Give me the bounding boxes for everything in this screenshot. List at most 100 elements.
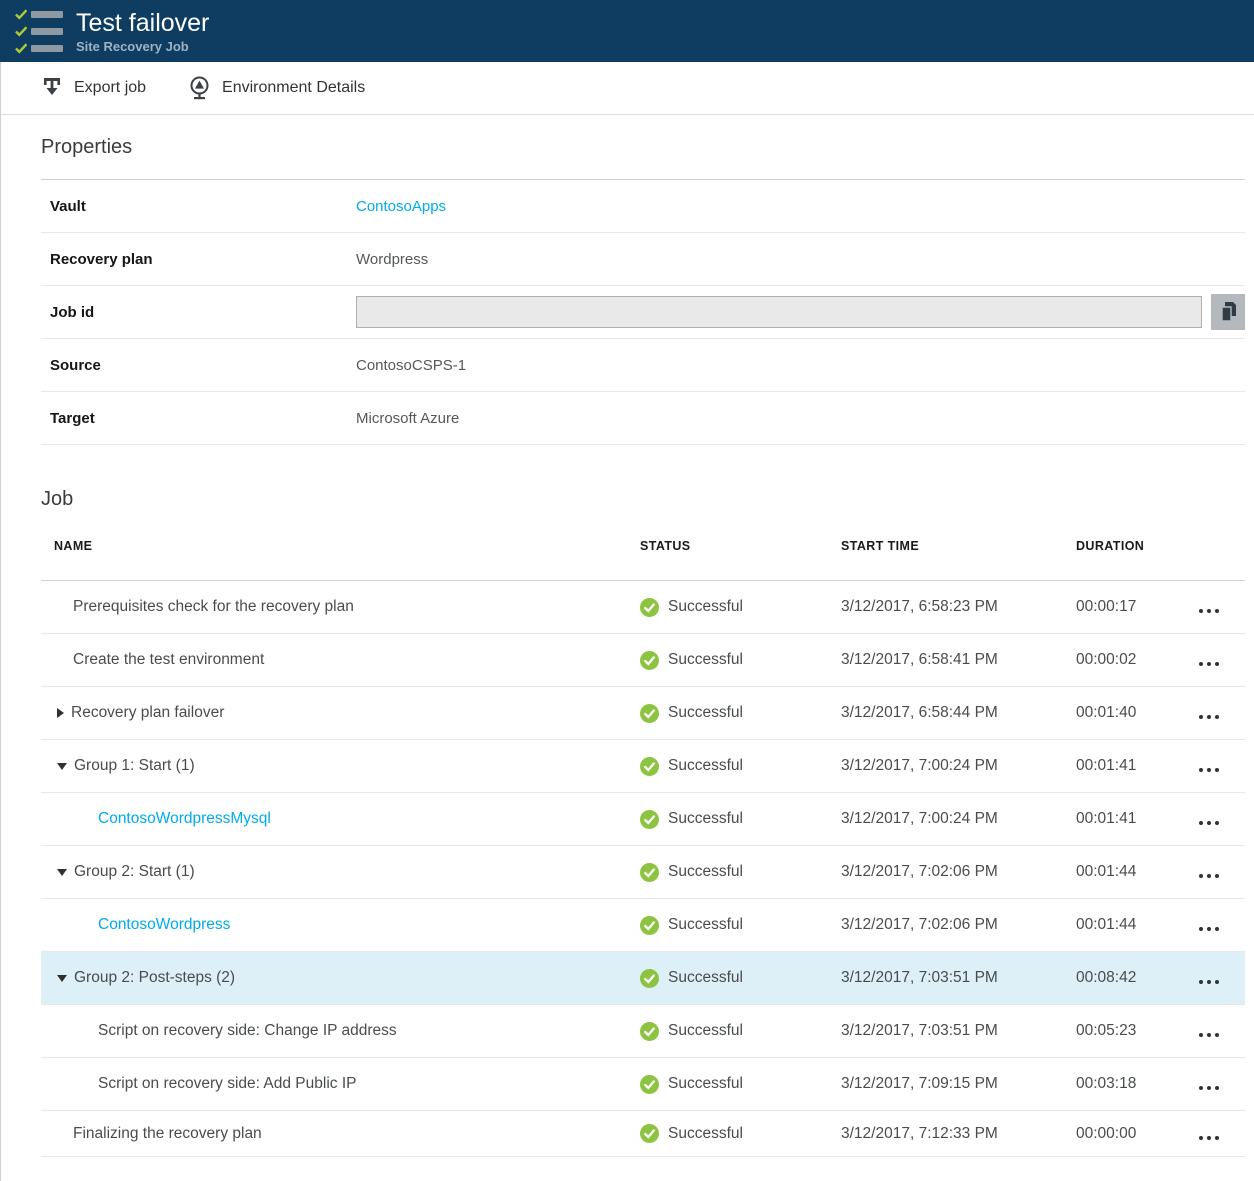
job-row-duration: 00:00:00 [1076, 1125, 1173, 1143]
job-row[interactable]: Group 2: Post-steps (2) Successful 3/12/… [41, 952, 1245, 1005]
success-check-icon [640, 598, 659, 617]
job-row-name: ContosoWordpress [41, 916, 640, 934]
job-row-start-time: 3/12/2017, 7:00:24 PM [841, 757, 1076, 775]
job-row-name: Group 1: Start (1) [41, 757, 640, 775]
property-value-text: Microsoft Azure [356, 410, 459, 427]
property-row: Vault ContosoApps [41, 180, 1245, 233]
export-job-button[interactable]: Export job [41, 76, 146, 100]
job-row-name: Script on recovery side: Change IP addre… [41, 1022, 640, 1040]
status-text: Successful [668, 1022, 743, 1040]
job-row-start-time: 3/12/2017, 7:03:51 PM [841, 1022, 1076, 1040]
job-row-status: Successful [640, 863, 841, 882]
job-step-name: Script on recovery side: Change IP addre… [98, 1022, 397, 1040]
job-row-duration: 00:01:44 [1076, 916, 1173, 934]
chevron-expanded-icon[interactable] [57, 975, 67, 982]
property-row: Source ContosoCSPS-1 [41, 339, 1245, 392]
job-row-start-time: 3/12/2017, 7:02:06 PM [841, 916, 1076, 934]
job-row[interactable]: Finalizing the recovery plan Successful … [41, 1111, 1245, 1157]
success-check-icon [640, 810, 659, 829]
job-row-duration: 00:00:02 [1076, 651, 1173, 669]
vault-link[interactable]: ContosoApps [356, 198, 446, 215]
job-row-status: Successful [640, 651, 841, 670]
success-check-icon [640, 757, 659, 776]
status-text: Successful [668, 651, 743, 669]
job-row[interactable]: Group 1: Start (1) Successful 3/12/2017,… [41, 740, 1245, 793]
blade-header: Test failover Site Recovery Job [0, 0, 1254, 62]
job-row-name: Finalizing the recovery plan [41, 1125, 640, 1143]
job-row-status: Successful [640, 757, 841, 776]
job-row-name: ContosoWordpressMysql [41, 810, 640, 828]
job-section-title: Job [41, 488, 1254, 511]
row-menu-ellipsis-icon[interactable] [1173, 1005, 1245, 1057]
column-header-duration: DURATION [1076, 539, 1173, 553]
job-row-name: Prerequisites check for the recovery pla… [41, 598, 640, 616]
job-row-status: Successful [640, 1075, 841, 1094]
row-menu-ellipsis-icon[interactable] [1173, 634, 1245, 686]
property-value: Microsoft Azure [356, 410, 1245, 427]
job-row-duration: 00:05:23 [1076, 1022, 1173, 1040]
job-row-name: Group 2: Post-steps (2) [41, 969, 640, 987]
job-table: NAMESTATUSSTART TIMEDURATION Prerequisit… [41, 511, 1245, 1157]
status-text: Successful [668, 916, 743, 934]
row-menu-ellipsis-icon[interactable] [1173, 952, 1245, 1004]
row-menu-ellipsis-icon[interactable] [1173, 846, 1245, 898]
chevron-collapsed-icon[interactable] [57, 708, 64, 718]
job-row[interactable]: ContosoWordpressMysql Successful 3/12/20… [41, 793, 1245, 846]
status-text: Successful [668, 598, 743, 616]
job-row-duration: 00:01:41 [1076, 810, 1173, 828]
row-menu-ellipsis-icon[interactable] [1173, 740, 1245, 792]
job-row[interactable]: Script on recovery side: Add Public IP S… [41, 1058, 1245, 1111]
copy-icon [1219, 301, 1237, 323]
job-row-status: Successful [640, 704, 841, 723]
job-row-name: Create the test environment [41, 651, 640, 669]
job-row[interactable]: Group 2: Start (1) Successful 3/12/2017,… [41, 846, 1245, 899]
job-row-duration: 00:01:41 [1076, 757, 1173, 775]
vm-job-link[interactable]: ContosoWordpress [98, 916, 230, 934]
job-row[interactable]: Create the test environment Successful 3… [41, 634, 1245, 687]
job-row-status: Successful [640, 916, 841, 935]
chevron-expanded-icon[interactable] [57, 869, 67, 876]
row-menu-ellipsis-icon[interactable] [1173, 793, 1245, 845]
copy-job-id-button[interactable] [1211, 294, 1245, 330]
environment-icon [188, 76, 211, 100]
success-check-icon [640, 1124, 659, 1143]
check-icon [15, 26, 27, 37]
property-label: Vault [50, 198, 356, 215]
check-icon [15, 43, 27, 54]
property-label: Job id [50, 304, 356, 321]
success-check-icon [640, 969, 659, 988]
job-step-name: Group 2: Start (1) [74, 863, 195, 881]
job-row-duration: 00:00:17 [1076, 598, 1173, 616]
job-id-input[interactable] [356, 296, 1202, 328]
job-row[interactable]: Recovery plan failover Successful 3/12/2… [41, 687, 1245, 740]
job-step-name: Group 1: Start (1) [74, 757, 195, 775]
status-text: Successful [668, 1075, 743, 1093]
row-menu-ellipsis-icon[interactable] [1173, 899, 1245, 951]
column-header-name: NAME [41, 539, 640, 553]
chevron-expanded-icon[interactable] [57, 763, 67, 770]
success-check-icon [640, 916, 659, 935]
vm-job-link[interactable]: ContosoWordpressMysql [98, 810, 271, 828]
status-text: Successful [668, 704, 743, 722]
job-row[interactable]: Prerequisites check for the recovery pla… [41, 581, 1245, 634]
row-menu-ellipsis-icon[interactable] [1173, 1111, 1245, 1156]
status-text: Successful [668, 969, 743, 987]
job-row-start-time: 3/12/2017, 7:00:24 PM [841, 810, 1076, 828]
job-step-name: Script on recovery side: Add Public IP [98, 1075, 356, 1093]
property-value: ContosoApps [356, 198, 1245, 215]
job-row[interactable]: Script on recovery side: Change IP addre… [41, 1005, 1245, 1058]
environment-details-button[interactable]: Environment Details [188, 76, 365, 100]
property-value-text: Wordpress [356, 251, 428, 268]
job-row-start-time: 3/12/2017, 6:58:44 PM [841, 704, 1076, 722]
job-step-name: Finalizing the recovery plan [73, 1125, 262, 1143]
property-value [356, 294, 1245, 330]
row-menu-ellipsis-icon[interactable] [1173, 687, 1245, 739]
row-menu-ellipsis-icon[interactable] [1173, 581, 1245, 633]
check-icon [15, 9, 27, 20]
row-menu-ellipsis-icon[interactable] [1173, 1058, 1245, 1110]
job-step-name: Group 2: Post-steps (2) [74, 969, 235, 987]
property-label: Source [50, 357, 356, 374]
job-row[interactable]: ContosoWordpress Successful 3/12/2017, 7… [41, 899, 1245, 952]
job-row-duration: 00:01:40 [1076, 704, 1173, 722]
status-text: Successful [668, 810, 743, 828]
